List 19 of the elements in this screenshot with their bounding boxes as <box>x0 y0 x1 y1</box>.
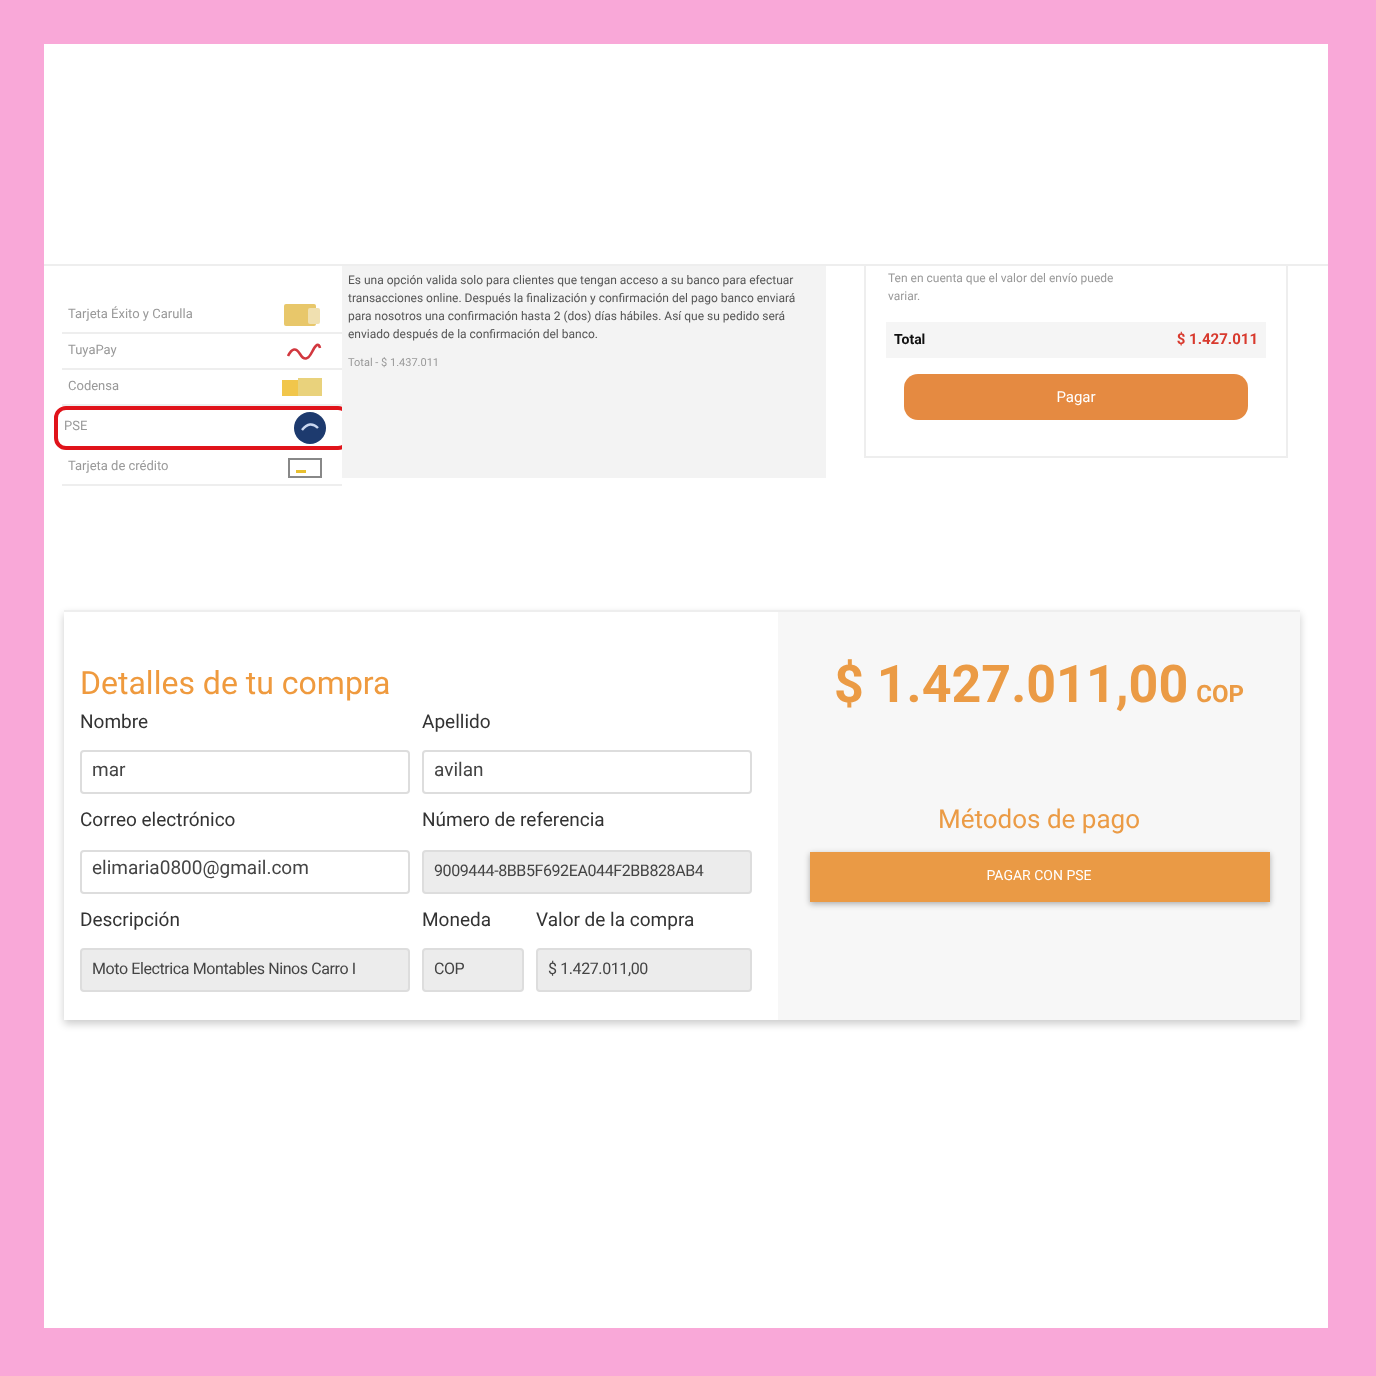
form-title: Detalles de tu compra <box>80 664 393 704</box>
logo-icon <box>286 341 322 361</box>
field-label: Correo electrónico <box>80 808 238 837</box>
field-label: Moneda <box>422 907 494 935</box>
input-field[interactable]: mar <box>80 750 410 795</box>
field-label: Nombre <box>80 710 151 738</box>
input-field[interactable]: elimaria0800@gmail.com <box>80 849 410 893</box>
methods-title: Métodos de pago <box>938 804 1140 840</box>
card-icon <box>282 377 322 397</box>
currency: COP <box>1196 678 1244 712</box>
field-label: Número de referencia <box>422 808 607 837</box>
field-label: Valor de la compra <box>536 907 697 935</box>
field-label: Apellido <box>422 710 493 738</box>
card-icon <box>282 302 322 328</box>
card-icon <box>288 457 322 477</box>
amount: $ 1.427.011,00 <box>834 654 1189 720</box>
input-field[interactable]: avilan <box>422 750 752 795</box>
logo-icon <box>294 412 326 444</box>
field-label: Descripción <box>80 907 182 935</box>
